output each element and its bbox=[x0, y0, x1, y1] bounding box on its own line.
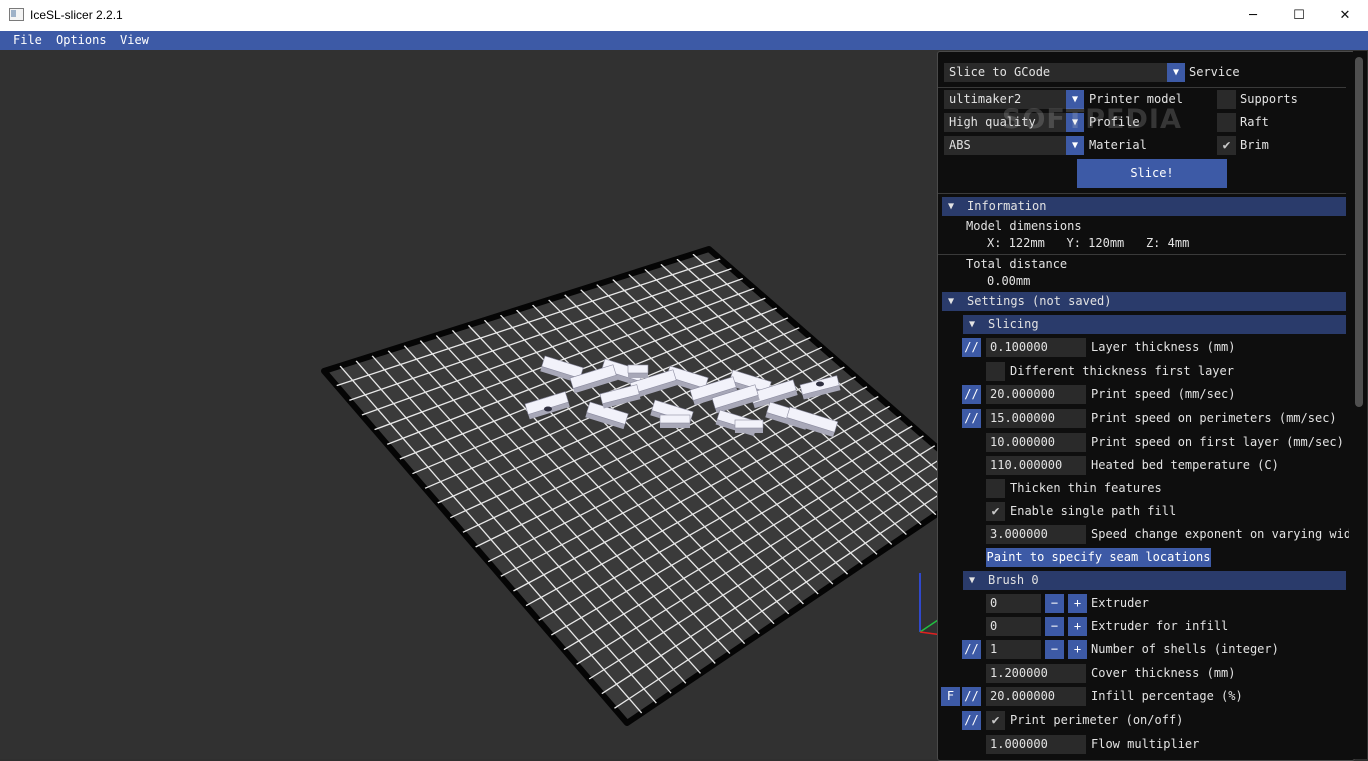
close-button[interactable]: ✕ bbox=[1322, 0, 1368, 31]
settings-header-label: Settings (not saved) bbox=[967, 294, 1112, 308]
model-dimensions-value: X: 122mm Y: 120mm Z: 4mm bbox=[987, 236, 1190, 250]
speed-change-input[interactable]: 3.000000 bbox=[986, 525, 1086, 544]
cover-thickness-label: Cover thickness (mm) bbox=[1091, 666, 1236, 680]
different-thickness-checkbox[interactable] bbox=[986, 362, 1005, 381]
per-layer-toggle-button[interactable]: // bbox=[962, 409, 981, 428]
per-layer-toggle-button[interactable]: // bbox=[962, 385, 981, 404]
heated-bed-label: Heated bed temperature (C) bbox=[1091, 458, 1279, 472]
extruder-infill-label: Extruder for infill bbox=[1091, 619, 1229, 633]
brush-header[interactable]: ▼ Brush 0 bbox=[963, 571, 1346, 590]
extruder-infill-increment-button[interactable]: + bbox=[1068, 617, 1087, 636]
layer-thickness-input[interactable]: 0.100000 bbox=[986, 338, 1086, 357]
paint-seam-button[interactable]: Paint to specify seam locations bbox=[986, 548, 1211, 567]
shells-decrement-button[interactable]: − bbox=[1045, 640, 1064, 659]
brush-header-label: Brush 0 bbox=[988, 573, 1039, 587]
extruder-decrement-button[interactable]: − bbox=[1045, 594, 1064, 613]
maximize-button[interactable]: ☐ bbox=[1276, 0, 1322, 31]
cover-thickness-input[interactable]: 1.200000 bbox=[986, 664, 1086, 683]
profile-label: Profile bbox=[1089, 115, 1140, 129]
single-path-fill-checkbox[interactable]: ✔ bbox=[986, 502, 1005, 521]
print-speed-first-layer-input[interactable]: 10.000000 bbox=[986, 433, 1086, 452]
printer-model-select[interactable]: ultimaker2 bbox=[944, 90, 1066, 109]
service-label: Service bbox=[1189, 65, 1240, 79]
settings-header[interactable]: ▼ Settings (not saved) bbox=[942, 292, 1346, 311]
menu-options[interactable]: Options bbox=[56, 33, 107, 47]
supports-checkbox[interactable] bbox=[1217, 90, 1236, 109]
information-header-label: Information bbox=[967, 199, 1047, 213]
per-layer-toggle-button[interactable]: // bbox=[962, 338, 981, 357]
field-function-button[interactable]: F bbox=[941, 687, 960, 706]
window-title: IceSL-slicer 2.2.1 bbox=[30, 8, 123, 22]
print-bed bbox=[321, 246, 983, 726]
material-arrow-icon[interactable]: ▼ bbox=[1066, 136, 1084, 155]
shells-label: Number of shells (integer) bbox=[1091, 642, 1279, 656]
panel-scrollbar-thumb[interactable] bbox=[1355, 57, 1363, 407]
slice-button[interactable]: Slice! bbox=[1077, 159, 1227, 188]
extruder-input[interactable]: 0 bbox=[986, 594, 1041, 613]
flow-multiplier-input[interactable]: 1.000000 bbox=[986, 735, 1086, 754]
raft-label: Raft bbox=[1240, 115, 1269, 129]
menu-file[interactable]: File bbox=[13, 33, 42, 47]
profile-arrow-icon[interactable]: ▼ bbox=[1066, 113, 1084, 132]
extruder-infill-decrement-button[interactable]: − bbox=[1045, 617, 1064, 636]
slicing-header[interactable]: ▼ Slicing bbox=[963, 315, 1346, 334]
different-thickness-label: Different thickness first layer bbox=[1010, 364, 1234, 378]
extruder-increment-button[interactable]: + bbox=[1068, 594, 1087, 613]
per-layer-toggle-button[interactable]: // bbox=[962, 711, 981, 730]
menu-view[interactable]: View bbox=[120, 33, 149, 47]
total-distance-value: 0.00mm bbox=[987, 274, 1031, 288]
profile-select[interactable]: High quality bbox=[944, 113, 1066, 132]
per-layer-toggle-button[interactable]: // bbox=[962, 640, 981, 659]
information-header[interactable]: ▼ Information bbox=[942, 197, 1346, 216]
printer-model-arrow-icon[interactable]: ▼ bbox=[1066, 90, 1084, 109]
per-layer-toggle-button[interactable]: // bbox=[962, 687, 981, 706]
material-select[interactable]: ABS bbox=[944, 136, 1066, 155]
slicing-header-label: Slicing bbox=[988, 317, 1039, 331]
speed-change-label: Speed change exponent on varying widt bbox=[1091, 527, 1349, 541]
material-label: Material bbox=[1089, 138, 1147, 152]
brim-checkbox[interactable]: ✔ bbox=[1217, 136, 1236, 155]
infill-percentage-label: Infill percentage (%) bbox=[1091, 689, 1243, 703]
app-window-icon bbox=[9, 8, 24, 21]
service-dropdown-arrow-icon[interactable]: ▼ bbox=[1167, 63, 1185, 82]
infill-percentage-input[interactable]: 20.000000 bbox=[986, 687, 1086, 706]
print-speed-first-layer-label: Print speed on first layer (mm/sec) bbox=[1091, 435, 1344, 449]
thicken-thin-checkbox[interactable] bbox=[986, 479, 1005, 498]
layer-thickness-label: Layer thickness (mm) bbox=[1091, 340, 1236, 354]
title-bar: IceSL-slicer 2.2.1 ─ ☐ ✕ bbox=[0, 0, 1368, 32]
print-speed-perimeters-label: Print speed on perimeters (mm/sec) bbox=[1091, 411, 1337, 425]
flow-multiplier-label: Flow multiplier bbox=[1091, 737, 1200, 751]
print-speed-perimeters-input[interactable]: 15.000000 bbox=[986, 409, 1086, 428]
brim-label: Brim bbox=[1240, 138, 1269, 152]
divider bbox=[938, 193, 1346, 194]
collapse-arrow-icon: ▼ bbox=[948, 201, 955, 212]
collapse-arrow-icon: ▼ bbox=[969, 575, 976, 586]
supports-label: Supports bbox=[1240, 92, 1298, 106]
print-perimeter-label: Print perimeter (on/off) bbox=[1010, 713, 1184, 727]
print-speed-label: Print speed (mm/sec) bbox=[1091, 387, 1236, 401]
collapse-arrow-icon: ▼ bbox=[948, 296, 955, 307]
printer-model-label: Printer model bbox=[1089, 92, 1183, 106]
collapse-arrow-icon: ▼ bbox=[969, 319, 976, 330]
minimize-button[interactable]: ─ bbox=[1230, 0, 1276, 31]
service-select[interactable]: Slice to GCode bbox=[944, 63, 1167, 82]
shells-increment-button[interactable]: + bbox=[1068, 640, 1087, 659]
print-speed-input[interactable]: 20.000000 bbox=[986, 385, 1086, 404]
heated-bed-input[interactable]: 110.000000 bbox=[986, 456, 1086, 475]
single-path-fill-label: Enable single path fill bbox=[1010, 504, 1177, 518]
menu-bar: File Options View bbox=[0, 31, 1368, 50]
thicken-thin-label: Thicken thin features bbox=[1010, 481, 1162, 495]
shells-input[interactable]: 1 bbox=[986, 640, 1041, 659]
divider bbox=[938, 87, 1346, 88]
extruder-label: Extruder bbox=[1091, 596, 1149, 610]
extruder-infill-input[interactable]: 0 bbox=[986, 617, 1041, 636]
print-perimeter-checkbox[interactable]: ✔ bbox=[986, 711, 1005, 730]
raft-checkbox[interactable] bbox=[1217, 113, 1236, 132]
